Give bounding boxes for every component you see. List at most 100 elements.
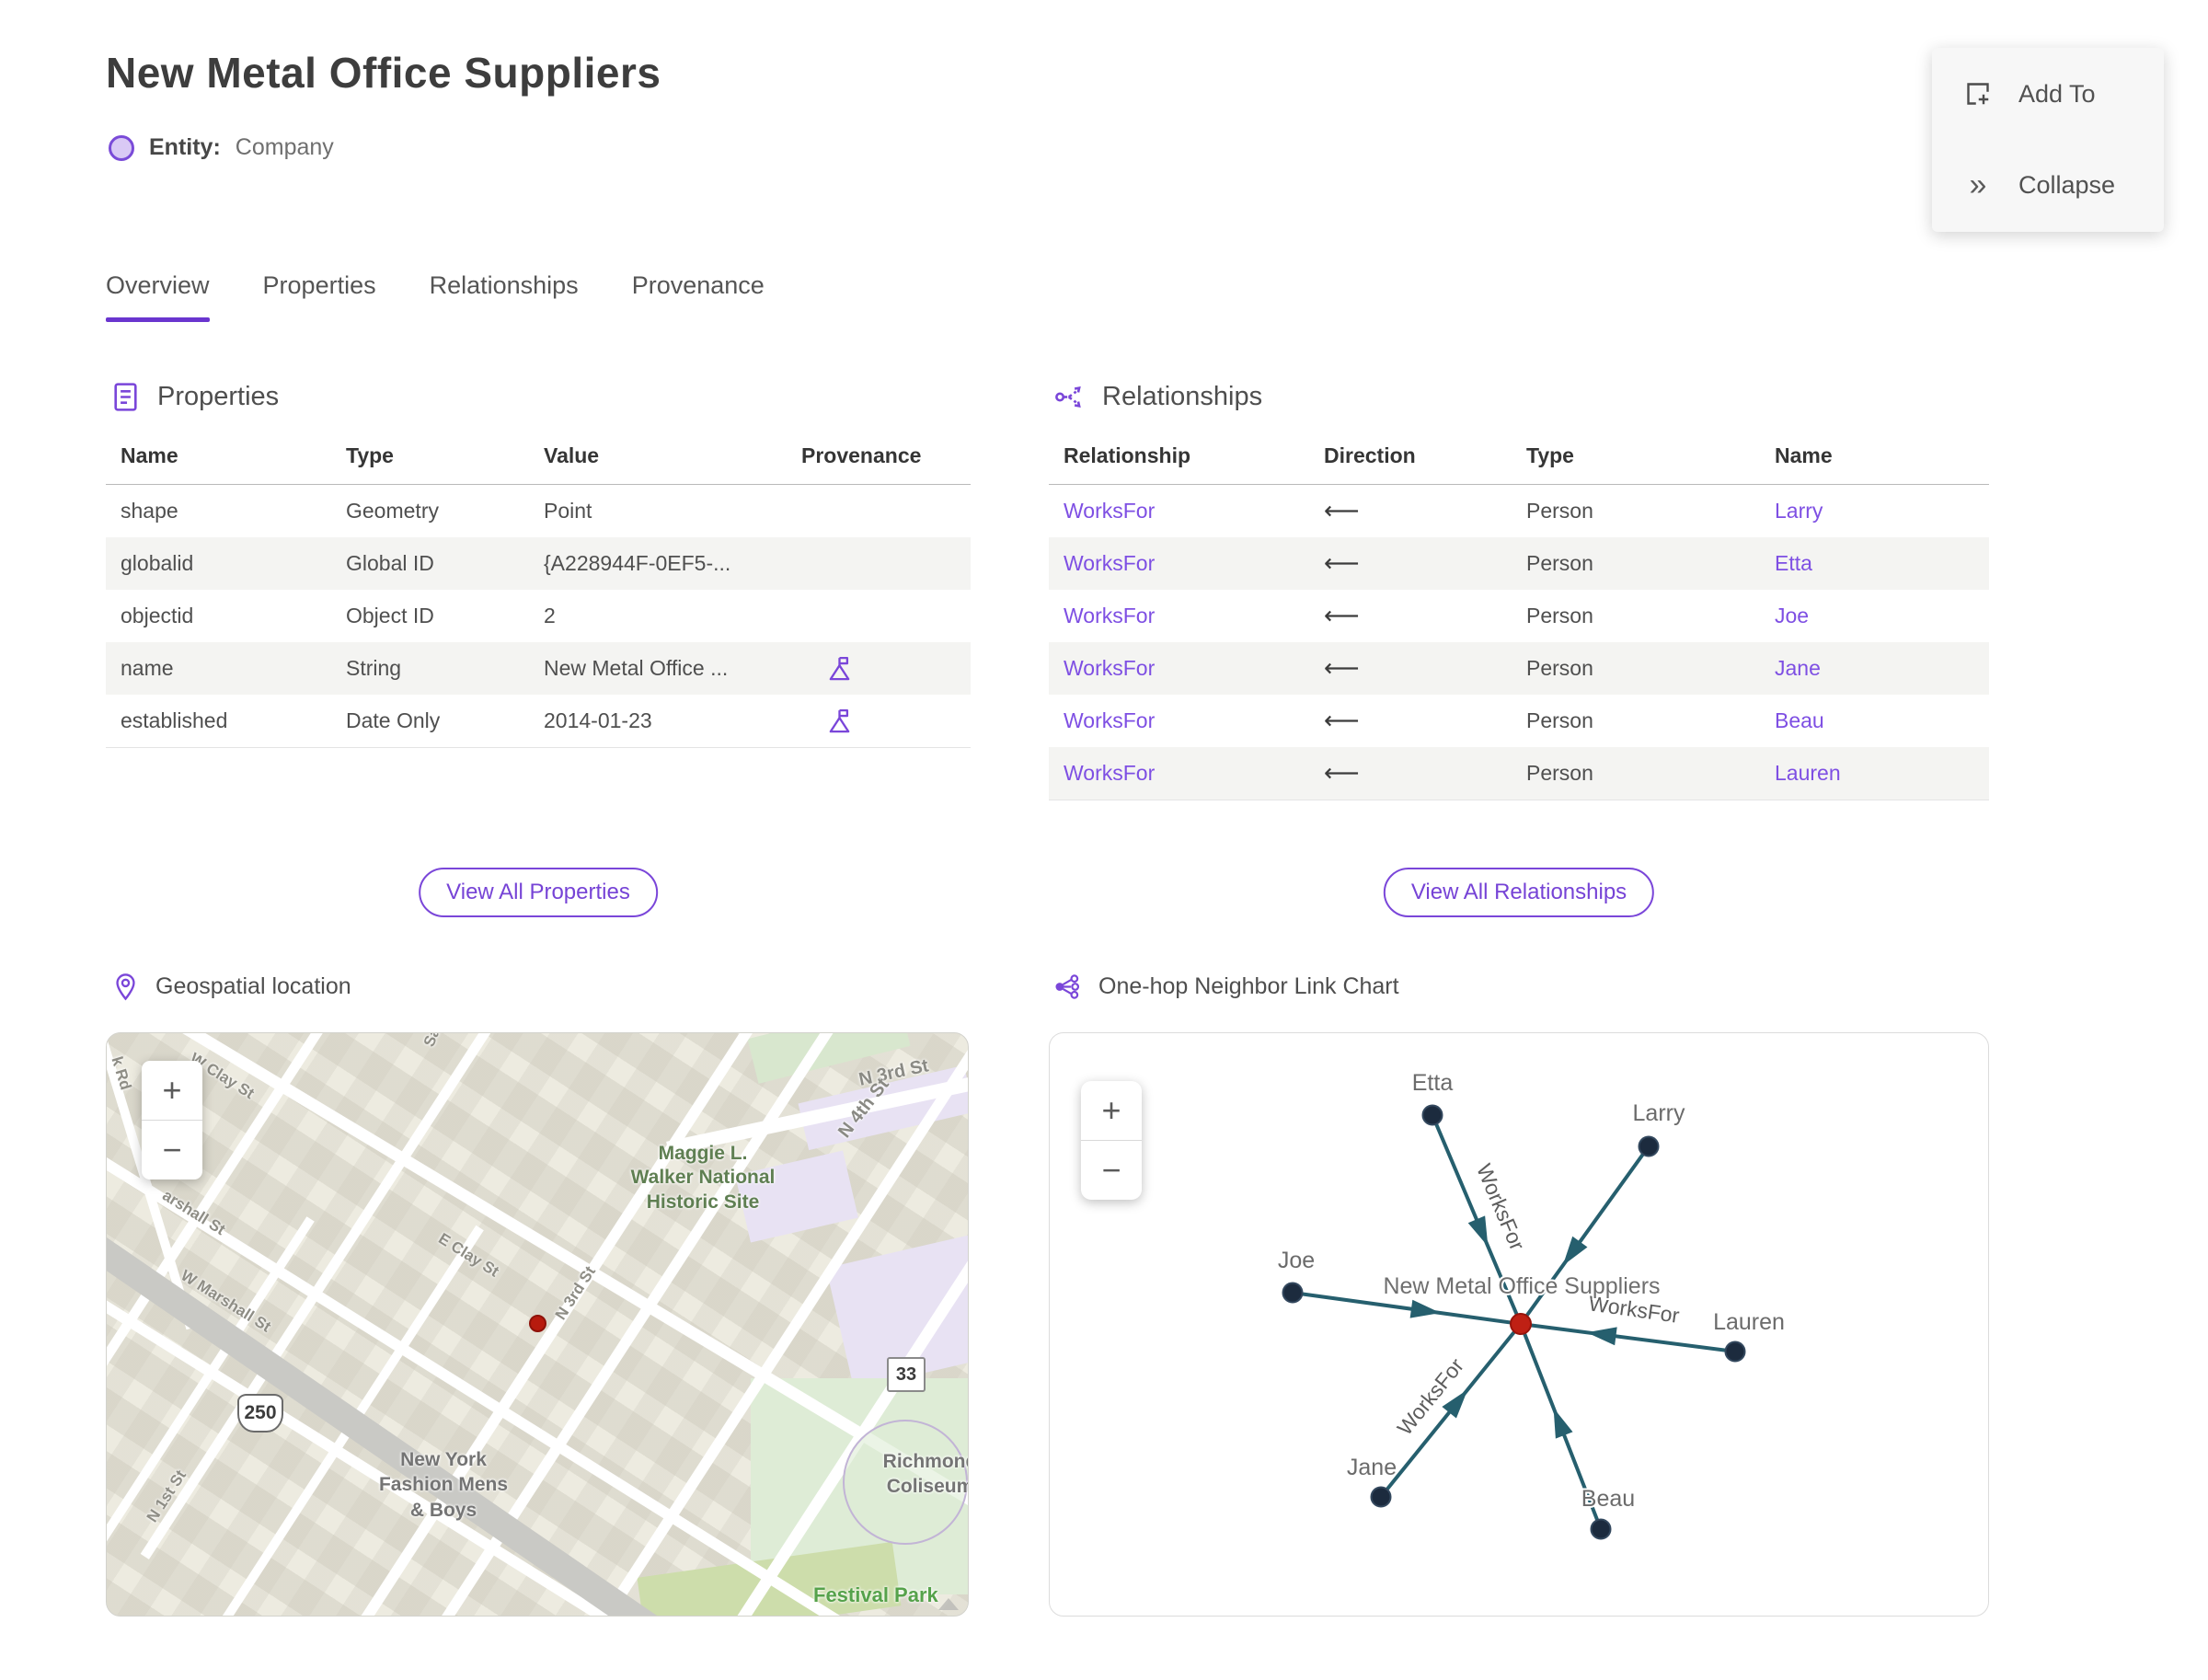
property-type: Geometry: [346, 499, 439, 523]
relationships-icon: [1055, 385, 1081, 408]
relationship-link[interactable]: WorksFor: [1049, 708, 1309, 733]
node-larry[interactable]: [1638, 1135, 1660, 1157]
property-value: 2014-01-23: [544, 708, 652, 732]
relationship-link[interactable]: WorksFor: [1049, 761, 1309, 786]
geospatial-title: Geospatial location: [155, 973, 351, 999]
view-all-properties-button[interactable]: View All Properties: [419, 868, 658, 917]
chart-zoom-control: + −: [1081, 1081, 1142, 1200]
relationship-row: WorksFor ⟵ Person Etta: [1049, 537, 1989, 590]
map-zoom-out-button[interactable]: −: [142, 1121, 202, 1179]
direction-arrow: ⟵: [1324, 549, 1360, 577]
node-company[interactable]: [1510, 1313, 1532, 1335]
related-entity-link[interactable]: Jane: [1760, 656, 1989, 681]
chart-zoom-in-button[interactable]: +: [1081, 1081, 1142, 1140]
view-all-relationships-button[interactable]: View All Relationships: [1383, 868, 1655, 917]
relationship-type: Person: [1526, 604, 1593, 627]
column-header: Relationship: [1064, 443, 1191, 467]
direction-arrow: ⟵: [1324, 759, 1360, 787]
direction-arrow: ⟵: [1324, 654, 1360, 682]
map-zoom-in-button[interactable]: +: [142, 1061, 202, 1120]
related-entity-link[interactable]: Lauren: [1760, 761, 1989, 786]
entity-type-value: Company: [235, 134, 334, 160]
property-name: name: [121, 656, 174, 680]
relationship-row: WorksFor ⟵ Person Jane: [1049, 642, 1989, 695]
route-shield-250: 250: [237, 1394, 283, 1433]
map-attribution-toggle[interactable]: [938, 1598, 959, 1610]
column-header: Provenance: [801, 443, 922, 467]
related-entity-link[interactable]: Larry: [1760, 499, 1989, 524]
direction-arrow: ⟵: [1324, 602, 1360, 629]
property-row: globalid Global ID {A228944F-0EF5-...: [106, 537, 971, 590]
tab-properties[interactable]: Properties: [263, 271, 376, 322]
provenance-icon[interactable]: [825, 707, 854, 735]
link-chart[interactable]: WorksFor WorksFor WorksFor Etta Larry Joe Laur…: [1049, 1032, 1989, 1617]
properties-table-header: Name Type Value Provenance: [106, 443, 971, 485]
property-value: Point: [544, 499, 592, 523]
property-row: objectid Object ID 2: [106, 590, 971, 642]
related-entity-link[interactable]: Etta: [1760, 551, 1989, 576]
relationship-type: Person: [1526, 761, 1593, 785]
relationship-link[interactable]: WorksFor: [1049, 656, 1309, 681]
relationship-link[interactable]: WorksFor: [1049, 499, 1309, 524]
node-etta[interactable]: [1421, 1104, 1443, 1126]
node-joe[interactable]: [1282, 1282, 1304, 1304]
property-row: name String New Metal Office ...: [106, 642, 971, 695]
geospatial-map[interactable]: k Rd W Clay St Sa arshall St W Marshall St E …: [106, 1032, 969, 1617]
property-value: 2: [544, 604, 556, 627]
relationships-table-header: Relationship Direction Type Name: [1049, 443, 1989, 485]
collapse-button[interactable]: » Collapse: [1961, 169, 2116, 201]
edge-lauren: [1520, 1322, 1736, 1353]
edge-label: WorksFor: [1392, 1353, 1468, 1440]
tab-bar: Overview Properties Relationships Proven…: [106, 271, 765, 322]
map-label: Richmond Coliseum: [882, 1451, 969, 1498]
relationship-link[interactable]: WorksFor: [1049, 604, 1309, 628]
relationship-type: Person: [1526, 656, 1593, 680]
link-chart-section-header: One-hop Neighbor Link Chart: [1053, 972, 1399, 1002]
map-label: Maggie L. Walker National Historic Site: [630, 1143, 776, 1213]
geospatial-section-header: Geospatial location: [110, 972, 351, 1002]
properties-table: Name Type Value Provenance shape Geometry…: [106, 443, 971, 748]
relationship-type: Person: [1526, 551, 1593, 575]
node-label: Beau: [1581, 1486, 1635, 1512]
related-entity-link[interactable]: Joe: [1760, 604, 1989, 628]
relationship-link[interactable]: WorksFor: [1049, 551, 1309, 576]
tab-provenance[interactable]: Provenance: [632, 271, 765, 322]
direction-arrow: ⟵: [1324, 497, 1360, 524]
link-chart-title: One-hop Neighbor Link Chart: [1098, 973, 1399, 999]
relationships-section-header: Relationships: [1053, 380, 1262, 414]
relationships-table-body: WorksFor ⟵ Person Larry WorksFor ⟵ Person Etta W…: [1049, 485, 1989, 800]
tab-overview[interactable]: Overview: [106, 271, 210, 322]
property-row: established Date Only 2014-01-23: [106, 695, 971, 747]
node-jane[interactable]: [1370, 1486, 1392, 1508]
direction-arrow: ⟵: [1324, 707, 1360, 734]
node-label: Jane: [1347, 1455, 1397, 1480]
relationship-type: Person: [1526, 708, 1593, 732]
properties-section-title: Properties: [157, 382, 280, 411]
column-header: Direction: [1324, 443, 1416, 467]
property-provenance: [787, 707, 971, 735]
relationship-row: WorksFor ⟵ Person Lauren: [1049, 747, 1989, 800]
edge-arrow: [1562, 1236, 1588, 1266]
node-lauren[interactable]: [1724, 1341, 1746, 1363]
edge-arrow: [1467, 1215, 1489, 1247]
column-header: Type: [346, 443, 394, 467]
route-badge-33: 33: [887, 1357, 926, 1392]
column-header: Name: [121, 443, 178, 467]
add-to-button[interactable]: Add To: [1961, 77, 2096, 110]
column-header: Name: [1775, 443, 1833, 467]
link-chart-canvas: WorksForWorksForWorksForEttaLarryJoeLaur…: [1276, 1068, 1787, 1540]
add-to-label: Add To: [2018, 79, 2096, 108]
edge-label: WorksFor: [1472, 1160, 1530, 1254]
chart-zoom-out-button[interactable]: −: [1081, 1141, 1142, 1200]
property-value: {A228944F-0EF5-...: [544, 551, 731, 575]
property-type: Date Only: [346, 708, 441, 732]
map-pin-icon: [116, 973, 135, 1001]
property-provenance: [787, 654, 971, 683]
related-entity-link[interactable]: Beau: [1760, 708, 1989, 733]
provenance-icon[interactable]: [825, 654, 854, 683]
node-beau[interactable]: [1590, 1518, 1612, 1540]
collapse-label: Collapse: [2018, 170, 2116, 199]
tab-relationships[interactable]: Relationships: [430, 271, 579, 322]
property-type: Object ID: [346, 604, 434, 627]
map-label: Festival Park: [813, 1583, 938, 1606]
